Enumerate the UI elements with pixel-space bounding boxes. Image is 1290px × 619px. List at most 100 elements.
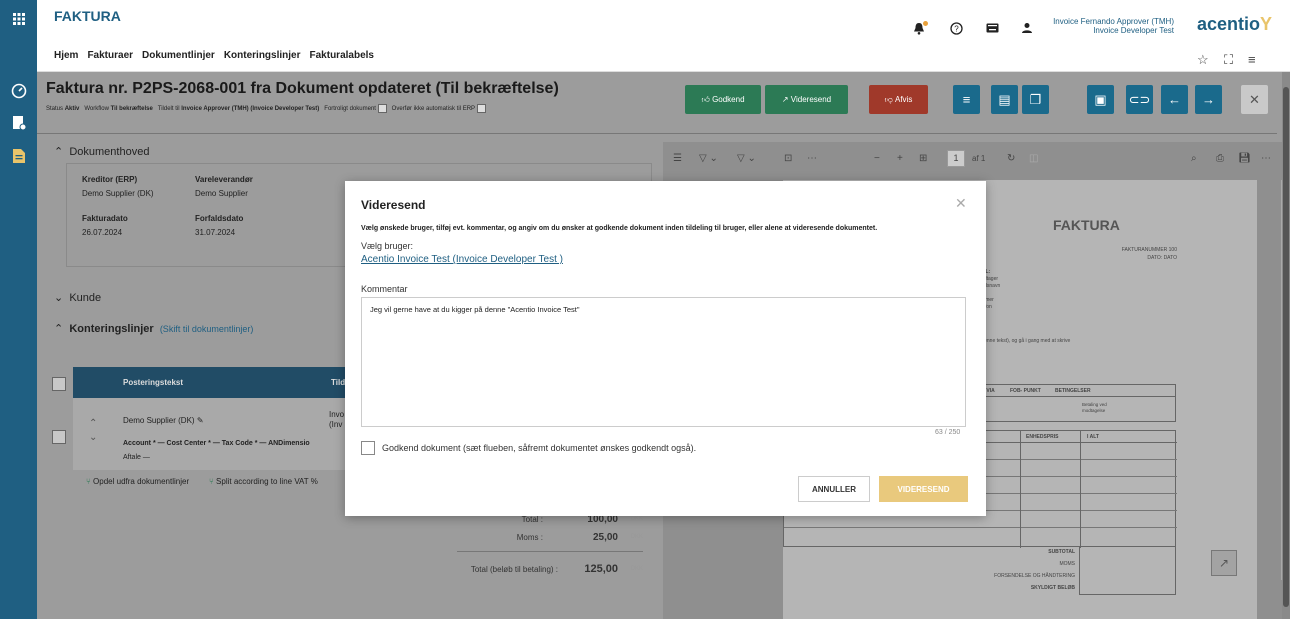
text-box-icon[interactable]: ⊡ (784, 153, 792, 164)
nav-item-fakturalabels[interactable]: Fakturalabels (310, 50, 374, 61)
row-checkbox[interactable] (52, 430, 66, 444)
more-icon[interactable]: ⋯ (1261, 153, 1271, 164)
nav-item-fakturaer[interactable]: Fakturaer (87, 50, 133, 61)
split-by-vat-link[interactable]: ⑂ Split according to line VAT % (209, 477, 318, 486)
close-icon[interactable]: ✕ (955, 195, 967, 212)
split-by-document-lines-link[interactable]: ⑂ Opdel udfra dokumentlinjer (86, 477, 189, 486)
page-view-icon[interactable]: ◫ (1029, 153, 1038, 164)
invoice-doc-title: FAKTURA (1053, 217, 1120, 233)
search-icon[interactable]: ⌕ (1191, 153, 1197, 164)
columns-button[interactable]: ▤ (991, 85, 1018, 114)
highlight-icon[interactable]: ▽ ⌄ (699, 153, 718, 164)
fullscreen-icon[interactable]: ⛶ (1224, 52, 1233, 68)
chevron-up-icon[interactable]: ⌃ (89, 418, 97, 429)
list-icon[interactable]: ☰ (673, 153, 682, 164)
reject-button[interactable]: 👎︎ Afvis (869, 85, 928, 114)
column-assigned: Tild (331, 378, 346, 387)
more-icon[interactable]: ⋯ (807, 153, 817, 164)
comment-button[interactable]: ▣ (1087, 85, 1114, 114)
zoom-out-icon[interactable]: − (874, 153, 880, 164)
forward-submit-button[interactable]: VIDERESEND (879, 476, 968, 502)
row-assigned-partial: Invo (329, 410, 345, 419)
split-icon: ⑂ (86, 477, 91, 486)
total-label: Total : (521, 515, 543, 524)
fit-page-icon[interactable]: ⊞ (919, 153, 927, 164)
rotate-icon[interactable]: ↻ (1007, 153, 1015, 164)
chosen-user-link[interactable]: Acentio Invoice Test (Invoice Developer … (361, 254, 563, 265)
logo-mark-icon: Y (1260, 14, 1273, 34)
previous-button[interactable]: ← (1161, 85, 1188, 114)
comment-icon: ▣ (1094, 91, 1107, 107)
user-info[interactable]: Invoice Fernando Approver (TMH) Invoice … (1030, 17, 1174, 35)
confidential-checkbox[interactable] (377, 104, 387, 113)
section-document-header[interactable]: ⌃ Dokumenthoved (54, 145, 149, 158)
approve-button[interactable]: 👍︎ Godkend (685, 85, 761, 114)
list-icon: ≡ (962, 92, 971, 107)
row-agreement: Aftale — (123, 454, 150, 461)
copy-icon: ❐ (1029, 91, 1042, 107)
nav-item-hjem[interactable]: Hjem (54, 50, 78, 61)
summary-box (1079, 547, 1176, 595)
switch-to-document-lines-link[interactable]: (Skift til dokumentlinjer) (160, 324, 254, 334)
vat-value: 25,00 (592, 532, 618, 543)
page-title: Faktura nr. P2PS-2068-001 fra Dokument o… (46, 80, 559, 97)
page-number-input[interactable]: 1 (947, 150, 965, 167)
nav-item-dokumentlinjer[interactable]: Dokumentlinjer (142, 50, 215, 61)
thumbs-down-icon: 👎︎ (884, 94, 893, 104)
viewer-toolbar: ☰ ▽ ⌄ ▽ ⌄ ⊡ ⋯ − + ⊞ 1 af 1 ↻ ◫ ⌕ ⎙ 💾︎ ⋯ (663, 148, 1288, 172)
next-button[interactable]: → (1195, 85, 1222, 114)
row-assigned-partial-2: (Inv (329, 420, 343, 429)
copy-button[interactable]: ❐ (1022, 85, 1049, 114)
section-coding-lines[interactable]: ⌃ Konteringslinjer (Skift til dokumentli… (54, 322, 253, 335)
apps-grid-icon[interactable] (0, 0, 37, 38)
section-customer[interactable]: ⌄ Kunde (54, 291, 101, 304)
select-all-checkbox[interactable] (52, 377, 66, 391)
open-external-button[interactable]: ↗ (1211, 550, 1237, 576)
page-scrollbar[interactable] (1282, 72, 1290, 619)
attachment-icon: ⊂⊃ (1128, 91, 1151, 107)
user-org: Invoice Developer Test (1093, 26, 1174, 35)
keyboard-icon[interactable] (983, 20, 1001, 36)
star-icon[interactable]: ☆ (1197, 52, 1209, 68)
page-total: af 1 (972, 154, 986, 163)
approve-document-checkbox[interactable] (361, 441, 375, 455)
scrollbar-thumb[interactable] (1283, 87, 1289, 607)
bell-icon[interactable] (910, 20, 928, 36)
close-icon: ✕ (1249, 91, 1260, 107)
pencil-icon[interactable]: ✎ (197, 416, 204, 425)
no-erp-checkbox[interactable] (476, 104, 486, 113)
chevron-down-icon: ⌄ (54, 292, 64, 304)
chevron-down-icon[interactable]: ⌄ (89, 432, 97, 443)
print-icon[interactable]: ⎙ (1216, 153, 1224, 164)
menu-icon[interactable]: ≡ (1248, 52, 1256, 67)
draw-icon[interactable]: ▽ ⌄ (737, 153, 756, 164)
save-icon[interactable]: 💾︎ (1238, 153, 1251, 164)
status-value: Aktiv (64, 106, 80, 113)
menu-lines-button[interactable]: ≡ (953, 85, 980, 114)
approve-document-label[interactable]: Godkend dokument (sæt flueben, såfremt d… (382, 443, 696, 453)
comment-textarea[interactable]: Jeg vil gerne have at du kigger på denne… (361, 297, 966, 427)
invoice-doc-date: DATO: DATO (1147, 255, 1177, 261)
invoice-doc-number: FAKTURANUMMER 100 (1121, 247, 1177, 253)
arrow-right-icon: → (1202, 92, 1215, 107)
attachment-button[interactable]: ⊂⊃ (1126, 85, 1153, 114)
creditor-value: Demo Supplier (DK) (82, 189, 154, 198)
due-date-label: Forfaldsdato (195, 214, 244, 223)
dashboard-icon[interactable] (9, 81, 28, 100)
chevron-up-icon: ⌃ (54, 146, 64, 158)
dialog-title: Videresend (361, 198, 426, 212)
shipping-header-row: RET VIA FOB- PUNKT BETINGELSER (973, 384, 1176, 397)
help-icon[interactable]: ? (947, 20, 965, 36)
zoom-in-icon[interactable]: + (897, 153, 903, 164)
invoice-document-icon[interactable] (9, 146, 28, 165)
document-check-icon[interactable] (9, 113, 28, 132)
grand-total-currency: DKK (630, 566, 643, 572)
subtotal-label: SUBTOTAL (1048, 549, 1075, 555)
choose-user-label: Vælg bruger: (361, 241, 414, 251)
close-document-button[interactable]: ✕ (1241, 85, 1268, 114)
row-posting-text: Demo Supplier (DK) ✎ (123, 416, 204, 425)
forward-button[interactable]: ↗ Videresend (765, 85, 848, 114)
nav-item-konteringslinjer[interactable]: Konteringslinjer (224, 50, 301, 61)
cancel-button[interactable]: ANNULLER (798, 476, 870, 502)
shipping-label-doc: FORSENDELSE OG HÅNDTERING (994, 573, 1075, 579)
